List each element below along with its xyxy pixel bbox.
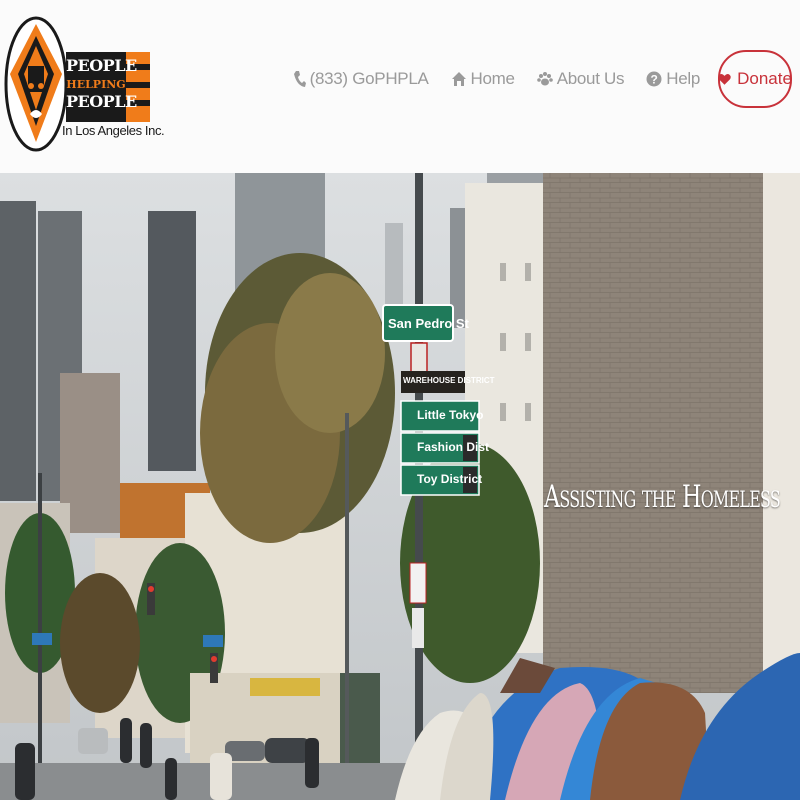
site-logo[interactable]: PEOPLE HELPING PEOPLE In Los Angeles Inc… bbox=[4, 14, 165, 154]
nav-help-label: Help bbox=[666, 69, 700, 88]
hero-title: Assisting the Homeless bbox=[544, 479, 781, 515]
nav-home[interactable]: Home bbox=[451, 69, 515, 89]
logo-line-people-bottom: PEOPLE bbox=[66, 92, 137, 111]
nav-phone[interactable]: (833) GoPHPLA bbox=[293, 69, 429, 89]
donate-label: Donate bbox=[737, 69, 792, 88]
heart-icon bbox=[718, 73, 731, 86]
sign-san-pedro: San Pedro St bbox=[388, 316, 469, 331]
main-nav: (833) GoPHPLA Home About Us ? Help Donat… bbox=[271, 48, 792, 110]
nav-help[interactable]: ? Help bbox=[646, 69, 700, 89]
sign-little-tokyo: Little Tokyo bbox=[417, 408, 484, 422]
paw-icon bbox=[536, 71, 553, 87]
question-circle-icon: ? bbox=[646, 71, 662, 87]
home-icon bbox=[451, 71, 467, 87]
nav-phone-label: (833) GoPHPLA bbox=[309, 69, 429, 88]
sign-toy-district: Toy District bbox=[417, 472, 483, 486]
site-header: PEOPLE HELPING PEOPLE In Los Angeles Inc… bbox=[0, 0, 800, 173]
logo-line-people-top: PEOPLE bbox=[66, 56, 137, 75]
hero-banner: San Pedro St WAREHOUSE DISTRICT Little T… bbox=[0, 173, 800, 800]
nav-about-label: About Us bbox=[556, 69, 625, 88]
logo-tagline: In Los Angeles Inc. bbox=[62, 123, 165, 138]
svg-text:?: ? bbox=[651, 73, 658, 87]
sign-warehouse-district: WAREHOUSE DISTRICT bbox=[403, 376, 495, 385]
nav-home-label: Home bbox=[470, 69, 515, 88]
logo-line-helping: HELPING bbox=[66, 78, 126, 91]
nav-about[interactable]: About Us bbox=[536, 69, 625, 89]
phone-icon bbox=[293, 70, 306, 88]
donate-button[interactable]: Donate bbox=[718, 50, 792, 108]
sign-fashion-district: Fashion Dist bbox=[417, 440, 490, 454]
